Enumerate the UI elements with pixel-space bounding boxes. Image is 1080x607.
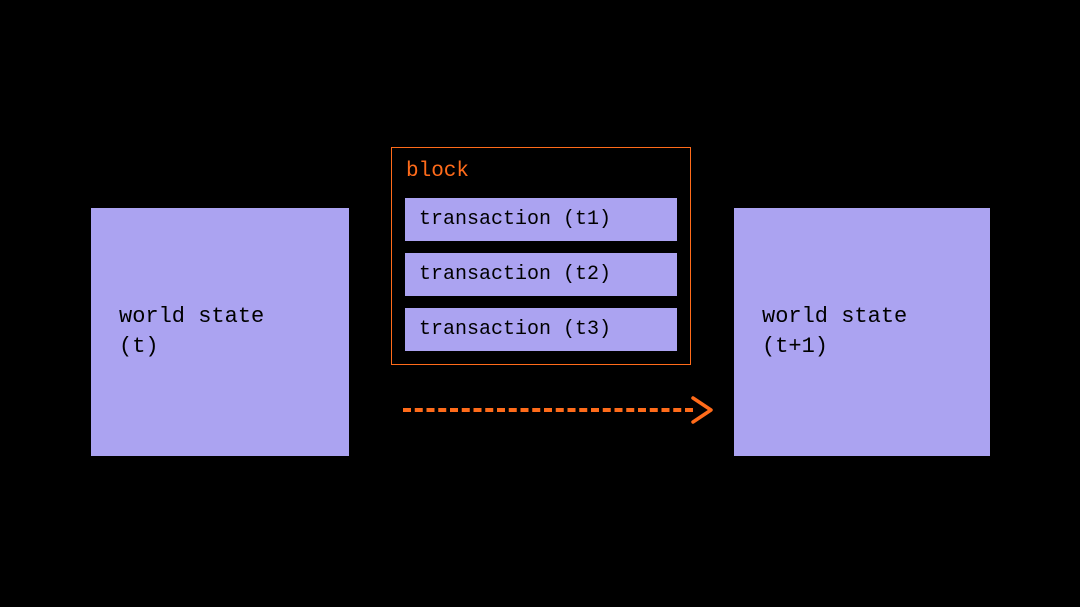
world-state-after-label-line2: (t+1) [762, 332, 962, 362]
transaction-row: transaction (t1) [404, 197, 678, 242]
transaction-row: transaction (t3) [404, 307, 678, 352]
world-state-before-label-line2: (t) [119, 332, 321, 362]
block-label: block [406, 160, 678, 183]
transaction-row: transaction (t2) [404, 252, 678, 297]
transition-arrow [403, 396, 713, 426]
world-state-before-label-line1: world state [119, 302, 321, 332]
arrow-head-icon [691, 396, 713, 424]
block-container: block transaction (t1) transaction (t2) … [391, 147, 691, 365]
arrow-line [403, 408, 693, 412]
world-state-after: world state (t+1) [733, 207, 991, 457]
world-state-after-label-line1: world state [762, 302, 962, 332]
world-state-before: world state (t) [90, 207, 350, 457]
